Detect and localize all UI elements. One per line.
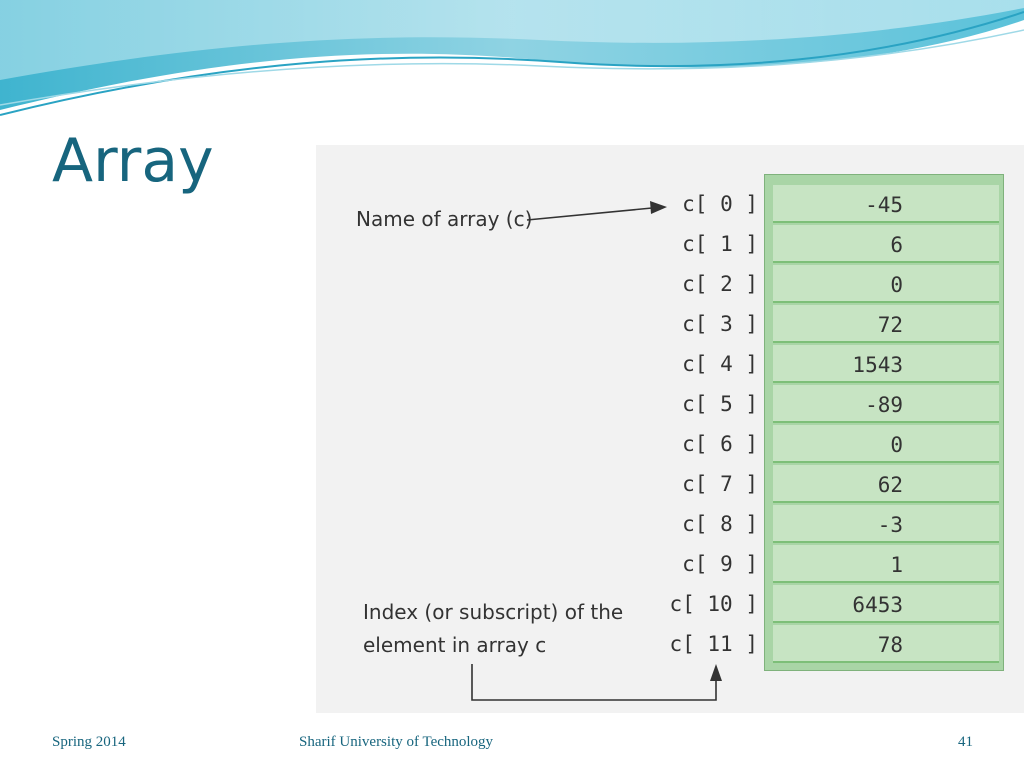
array-index-label: c[ 11 ]: [669, 632, 758, 656]
array-cell: 78: [773, 625, 999, 663]
array-cell-value: 72: [877, 313, 903, 337]
array-cell: 1: [773, 545, 999, 583]
array-cell: 0: [773, 425, 999, 463]
array-cell: -45: [773, 185, 999, 223]
array-cell-value: 6: [890, 233, 903, 257]
array-index-label: c[ 8 ]: [682, 512, 758, 536]
array-cell: 6: [773, 225, 999, 263]
array-cell-value: 0: [890, 433, 903, 457]
footer-semester: Spring 2014: [52, 734, 126, 750]
index-callout-line1: Index (or subscript) of the: [363, 600, 624, 624]
array-cell-value: -45: [865, 193, 903, 217]
array-cell-value: -3: [877, 513, 903, 537]
array-index-label: c[ 7 ]: [682, 472, 758, 496]
array-cell-value: 0: [890, 273, 903, 297]
array-cell: 0: [773, 265, 999, 303]
array-name-callout: Name of array (c): [356, 207, 533, 231]
array-cell-value: -89: [865, 393, 903, 417]
index-callout-line2: element in array c: [363, 633, 547, 657]
array-cell: -3: [773, 505, 999, 543]
array-cell-value: 78: [877, 633, 903, 657]
array-cell: 1543: [773, 345, 999, 383]
array-cell: 6453: [773, 585, 999, 623]
array-index-label: c[ 0 ]: [682, 192, 758, 216]
array-cell: -89: [773, 385, 999, 423]
array-cell: 72: [773, 305, 999, 343]
array-index-label: c[ 1 ]: [682, 232, 758, 256]
array-cell-value: 1543: [852, 353, 903, 377]
array-cell-value: 1: [890, 553, 903, 577]
array-column: -45 6 0 72 1543 -89 0 62 -3 1 6453 78: [764, 174, 1004, 671]
array-index-label: c[ 2 ]: [682, 272, 758, 296]
array-index-label: c[ 4 ]: [682, 352, 758, 376]
page-number: 41: [958, 734, 973, 750]
slide-title: Array: [52, 126, 214, 196]
array-cell-value: 6453: [852, 593, 903, 617]
array-index-label: c[ 10 ]: [669, 592, 758, 616]
array-index-label: c[ 6 ]: [682, 432, 758, 456]
array-cell: 62: [773, 465, 999, 503]
array-index-label: c[ 5 ]: [682, 392, 758, 416]
header-wave-decoration: [0, 0, 1024, 116]
footer-institution: Sharif University of Technology: [299, 734, 494, 750]
array-index-label: c[ 9 ]: [682, 552, 758, 576]
array-index-label: c[ 3 ]: [682, 312, 758, 336]
array-cell-value: 62: [877, 473, 903, 497]
